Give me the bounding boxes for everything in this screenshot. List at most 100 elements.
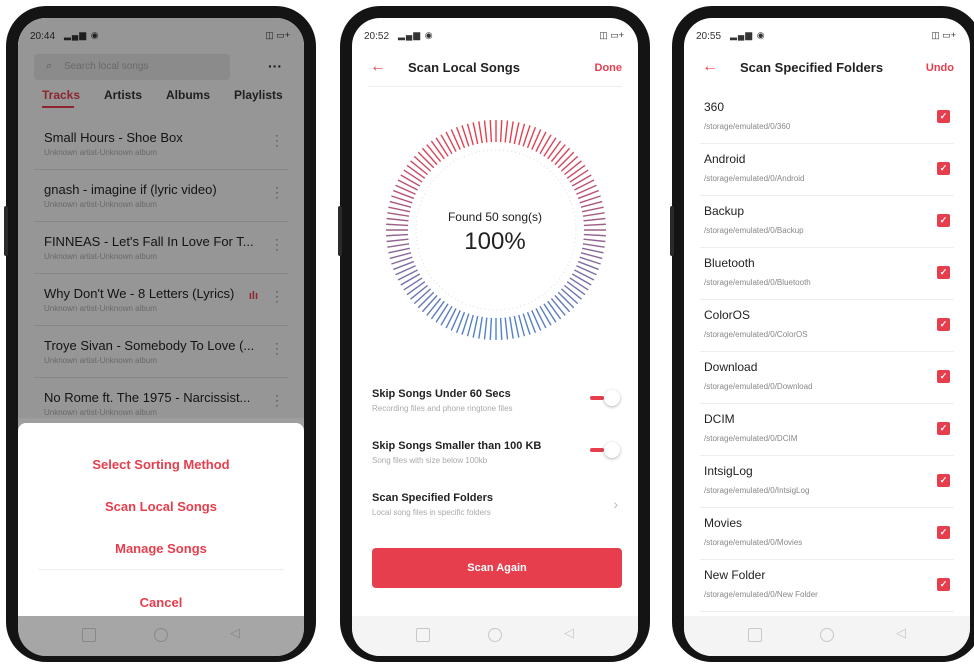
back-arrow-icon[interactable]: ← <box>702 58 718 76</box>
folder-name: ColorOS <box>704 308 751 322</box>
status-time: 20:52 <box>364 31 390 42</box>
folder-path: /storage/emulated/0/New Folder <box>704 590 818 599</box>
folder-name: Backup <box>704 204 745 218</box>
status-bar: 20:55 ▂▄▆ ◉ ◫ ▭+ <box>684 18 970 52</box>
phone-2: 20:52 ▂▄▆ ◉ ◫ ▭+ ← Scan Local Songs Done… <box>338 6 650 662</box>
checkbox-checked-icon[interactable]: ✓ <box>937 578 950 591</box>
folder-path: /storage/emulated/0/Bluetooth <box>704 278 811 287</box>
folder-path: /storage/emulated/0/Download <box>704 382 813 391</box>
skip-short-songs-setting: Skip Songs Under 60 Secs Recording files… <box>372 388 622 434</box>
undo-button[interactable]: Undo <box>926 62 954 74</box>
skip-small-songs-setting: Skip Songs Smaller than 100 KB Song file… <box>372 440 622 486</box>
specified-folders-screen: 20:55 ▂▄▆ ◉ ◫ ▭+ ← Scan Specified Folder… <box>684 18 970 656</box>
scan-percent: 100% <box>464 228 526 255</box>
folder-path: /storage/emulated/0/DCIM <box>704 434 798 443</box>
system-nav-bar: ◁ <box>18 616 304 656</box>
action-sheet: Select Sorting Method Scan Local Songs M… <box>18 423 304 618</box>
folder-name: DCIM <box>704 412 735 426</box>
checkbox-checked-icon[interactable]: ✓ <box>937 266 950 279</box>
setting-subtitle: Recording files and phone ringtone files <box>372 404 513 413</box>
setting-subtitle: Local song files in specific folders <box>372 508 491 517</box>
folder-path: /storage/emulated/0/Movies <box>704 538 803 547</box>
folder-path: /storage/emulated/0/Backup <box>704 226 804 235</box>
scan-songs-screen: 20:52 ▂▄▆ ◉ ◫ ▭+ ← Scan Local Songs Done… <box>352 18 638 656</box>
recents-icon[interactable] <box>416 628 430 642</box>
folder-name: Android <box>704 152 746 166</box>
chevron-right-icon: › <box>613 496 618 512</box>
back-icon[interactable]: ◁ <box>896 625 910 640</box>
done-button[interactable]: Done <box>595 62 623 74</box>
setting-subtitle: Song files with size below 100kb <box>372 456 488 465</box>
found-count: Found 50 song(s) <box>447 210 543 224</box>
cancel-button[interactable]: Cancel <box>18 595 304 610</box>
folder-name: IntsigLog <box>704 464 753 478</box>
skip-small-toggle[interactable] <box>590 442 620 458</box>
divider <box>368 86 622 87</box>
folder-name: 360 <box>704 100 725 114</box>
divider <box>38 569 284 570</box>
battery-icon: ◫ ▭+ <box>599 30 624 40</box>
setting-title: Skip Songs Under 60 Secs <box>372 388 511 400</box>
checkbox-checked-icon[interactable]: ✓ <box>937 110 950 123</box>
folder-row[interactable]: IntsigLog/storage/emulated/0/IntsigLog ✓ <box>700 456 954 508</box>
checkbox-checked-icon[interactable]: ✓ <box>937 318 950 331</box>
folder-name: Bluetooth <box>704 256 755 270</box>
folder-path: /storage/emulated/0/IntsigLog <box>704 486 810 495</box>
page-title: Scan Local Songs <box>408 60 520 75</box>
checkbox-checked-icon[interactable]: ✓ <box>937 422 950 435</box>
home-icon[interactable] <box>820 628 834 642</box>
manage-songs-button[interactable]: Manage Songs <box>18 541 304 556</box>
back-icon[interactable]: ◁ <box>564 625 578 640</box>
folder-name: Movies <box>704 516 743 530</box>
checkbox-checked-icon[interactable]: ✓ <box>937 526 950 539</box>
select-sorting-button[interactable]: Select Sorting Method <box>18 457 304 472</box>
folder-row[interactable]: ColorOS/storage/emulated/0/ColorOS ✓ <box>700 300 954 352</box>
folder-row[interactable]: DCIM/storage/emulated/0/DCIM ✓ <box>700 404 954 456</box>
folder-row[interactable]: Bluetooth/storage/emulated/0/Bluetooth ✓ <box>700 248 954 300</box>
home-icon[interactable] <box>488 628 502 642</box>
folder-row[interactable]: 360/storage/emulated/0/360 ✓ <box>700 92 954 144</box>
phone-3: 20:55 ▂▄▆ ◉ ◫ ▭+ ← Scan Specified Folder… <box>670 6 974 662</box>
folder-row[interactable]: Android/storage/emulated/0/Android ✓ <box>700 144 954 196</box>
scan-local-songs-button[interactable]: Scan Local Songs <box>18 499 304 514</box>
scan-again-button[interactable]: Scan Again <box>372 548 622 588</box>
scan-specified-folders-row[interactable]: Scan Specified Folders Local song files … <box>372 492 622 538</box>
checkbox-checked-icon[interactable]: ✓ <box>937 370 950 383</box>
header: ← Scan Specified Folders Undo <box>684 56 970 86</box>
checkbox-checked-icon[interactable]: ✓ <box>937 214 950 227</box>
folder-row[interactable]: New Folder/storage/emulated/0/New Folder… <box>700 560 954 612</box>
folder-path: /storage/emulated/0/360 <box>704 122 791 131</box>
folder-row[interactable]: Movies/storage/emulated/0/Movies ✓ <box>700 508 954 560</box>
header: ← Scan Local Songs Done <box>352 56 638 86</box>
side-button <box>338 206 342 256</box>
signal-icon: ▂▄▆ ◉ <box>398 30 434 40</box>
folder-list: 360/storage/emulated/0/360 ✓ Android/stora… <box>684 92 970 656</box>
checkbox-checked-icon[interactable]: ✓ <box>937 474 950 487</box>
system-nav-bar: ◁ <box>352 616 638 656</box>
system-nav-bar: ◁ <box>684 616 970 656</box>
recents-icon[interactable] <box>82 628 96 642</box>
skip-short-toggle[interactable] <box>590 390 620 406</box>
folder-path: /storage/emulated/0/ColorOS <box>704 330 808 339</box>
signal-icon: ▂▄▆ ◉ <box>730 30 766 40</box>
phone-1: 20:44 ▂▄▆ ◉ ◫ ▭+ ⌕ Search local songs ··… <box>4 6 316 662</box>
recents-icon[interactable] <box>748 628 762 642</box>
home-icon[interactable] <box>154 628 168 642</box>
music-library-screen: 20:44 ▂▄▆ ◉ ◫ ▭+ ⌕ Search local songs ··… <box>18 18 304 656</box>
folder-name: Download <box>704 360 758 374</box>
status-time: 20:55 <box>696 31 722 42</box>
setting-title: Skip Songs Smaller than 100 KB <box>372 440 542 452</box>
folder-name: New Folder <box>704 568 766 582</box>
side-button <box>670 206 674 256</box>
battery-icon: ◫ ▭+ <box>931 30 956 40</box>
back-arrow-icon[interactable]: ← <box>370 58 386 76</box>
page-title: Scan Specified Folders <box>740 60 884 75</box>
setting-title: Scan Specified Folders <box>372 492 494 504</box>
folder-row[interactable]: Backup/storage/emulated/0/Backup ✓ <box>700 196 954 248</box>
folder-path: /storage/emulated/0/Android <box>704 174 805 183</box>
back-icon[interactable]: ◁ <box>230 625 244 640</box>
checkbox-checked-icon[interactable]: ✓ <box>937 162 950 175</box>
folder-row[interactable]: Download/storage/emulated/0/Download ✓ <box>700 352 954 404</box>
side-button <box>4 206 8 256</box>
status-bar: 20:52 ▂▄▆ ◉ ◫ ▭+ <box>352 18 638 52</box>
